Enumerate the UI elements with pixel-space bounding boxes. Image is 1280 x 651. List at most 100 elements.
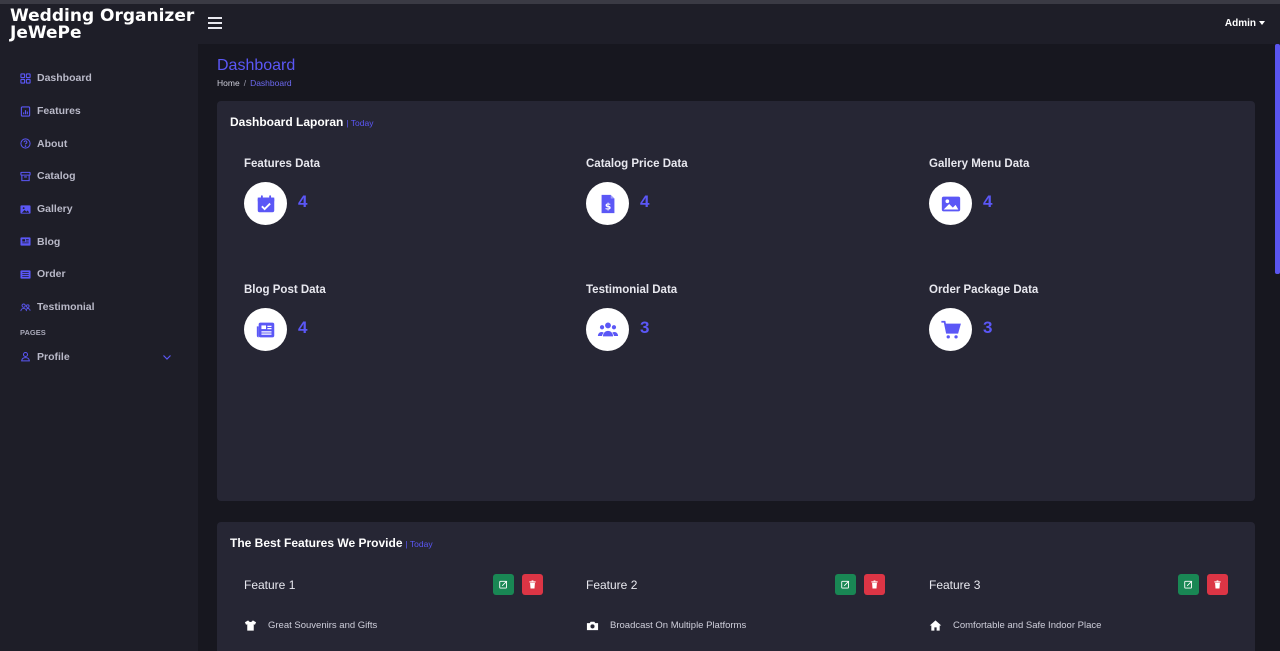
chart-icon	[20, 105, 31, 117]
report-card-title: Dashboard Laporan | Today	[230, 115, 373, 129]
stat-value: 3	[983, 318, 993, 337]
edit-button[interactable]	[1178, 574, 1199, 595]
people-icon	[20, 302, 31, 313]
stat-blog-post: Blog Post Data 4	[244, 284, 544, 364]
feature-name: Feature 1	[244, 578, 296, 592]
trash-icon	[529, 580, 536, 589]
receipt-dollar-icon: $	[586, 182, 629, 225]
person-icon	[20, 351, 31, 362]
sidebar-item-blog[interactable]: Blog	[0, 225, 198, 258]
edit-icon	[1184, 580, 1193, 589]
stat-catalog-price: Catalog Price Data $ 4	[586, 158, 886, 238]
sidebar-item-label: Order	[37, 268, 66, 281]
feature-text: Comfortable and Safe Indoor Place	[953, 620, 1102, 631]
home-icon	[929, 620, 942, 631]
stat-label: Catalog Price Data	[586, 158, 688, 170]
page-title: Dashboard	[217, 57, 296, 74]
report-title-text: Dashboard Laporan	[230, 115, 344, 129]
menu-toggle-icon[interactable]	[208, 17, 222, 29]
sidebar-item-testimonial[interactable]: Testimonial	[0, 291, 198, 324]
sidebar-item-features[interactable]: Features	[0, 95, 198, 128]
stat-value: 4	[298, 192, 308, 211]
report-subtitle: | Today	[346, 118, 374, 128]
sidebar-heading-pages: PAGES	[20, 327, 46, 337]
camera-icon	[586, 621, 599, 631]
stat-order-package: Order Package Data 3	[929, 284, 1229, 364]
question-icon	[20, 138, 31, 149]
sidebar: Wedding Organizer JeWePe Dashboard Featu…	[0, 4, 198, 651]
feature-text: Broadcast On Multiple Platforms	[610, 620, 747, 631]
scrollbar-thumb[interactable]	[1275, 44, 1280, 274]
stat-label: Gallery Menu Data	[929, 158, 1030, 170]
edit-button[interactable]	[835, 574, 856, 595]
sidebar-item-label: Profile	[37, 350, 70, 363]
tshirt-icon	[244, 620, 257, 631]
delete-button[interactable]	[1207, 574, 1228, 595]
trash-icon	[1214, 580, 1221, 589]
sidebar-item-profile[interactable]: Profile	[0, 341, 198, 374]
features-card: The Best Features We Provide | Today Feat…	[217, 522, 1255, 651]
stat-label: Features Data	[244, 158, 321, 170]
chevron-down-icon	[163, 354, 171, 360]
sidebar-item-gallery[interactable]: Gallery	[0, 193, 198, 226]
stat-testimonial: Testimonial Data 3	[586, 284, 886, 364]
sidebar-item-label: Features	[37, 105, 81, 118]
trash-icon	[871, 580, 878, 589]
caret-down-icon	[1259, 21, 1265, 26]
cart-icon	[20, 269, 31, 280]
image-icon	[929, 182, 972, 225]
stat-value: 4	[298, 318, 308, 337]
cart-icon	[929, 308, 972, 351]
breadcrumb: Home / Dashboard	[217, 78, 292, 88]
stat-value: 4	[640, 192, 650, 211]
breadcrumb-home[interactable]: Home	[217, 78, 240, 88]
feature-item: Feature 1 Great Souvenirs and Gifts	[231, 574, 543, 651]
sidebar-item-label: About	[37, 137, 68, 150]
features-title-text: The Best Features We Provide	[230, 536, 403, 550]
image-icon	[20, 204, 31, 215]
people-icon	[586, 308, 629, 351]
delete-button[interactable]	[522, 574, 543, 595]
feature-name: Feature 2	[586, 578, 638, 592]
features-card-title: The Best Features We Provide | Today	[230, 536, 433, 550]
sidebar-item-label: Gallery	[37, 203, 73, 216]
feature-detail: Comfortable and Safe Indoor Place	[929, 619, 1101, 632]
delete-button[interactable]	[864, 574, 885, 595]
grid-icon	[20, 73, 31, 84]
feature-detail: Great Souvenirs and Gifts	[244, 619, 377, 632]
calendar-check-icon	[244, 182, 287, 225]
breadcrumb-current: Dashboard	[250, 78, 292, 88]
sidebar-nav: Dashboard Features About Catalog Gallery…	[0, 62, 198, 373]
user-name: Admin	[1224, 18, 1256, 29]
newspaper-icon	[244, 308, 287, 351]
sidebar-item-label: Testimonial	[37, 301, 95, 314]
stat-value: 3	[640, 318, 650, 337]
sidebar-item-catalog[interactable]: Catalog	[0, 160, 198, 193]
stat-features: Features Data 4	[244, 158, 544, 238]
edit-button[interactable]	[493, 574, 514, 595]
feature-text: Great Souvenirs and Gifts	[268, 620, 378, 631]
top-header: Admin	[198, 4, 1280, 44]
stat-label: Blog Post Data	[244, 284, 326, 296]
stat-gallery-menu: Gallery Menu Data 4	[929, 158, 1229, 238]
features-subtitle: | Today	[405, 539, 433, 549]
sidebar-item-dashboard[interactable]: Dashboard	[0, 62, 198, 95]
newspaper-icon	[20, 236, 31, 247]
brand-line-2: JeWePe	[10, 23, 82, 43]
svg-text:$: $	[604, 201, 610, 212]
sidebar-item-label: Dashboard	[37, 72, 92, 85]
stat-label: Order Package Data	[929, 284, 1039, 296]
brand-logo[interactable]: Wedding Organizer JeWePe	[10, 8, 194, 42]
edit-icon	[499, 580, 508, 589]
sidebar-item-about[interactable]: About	[0, 127, 198, 160]
edit-icon	[841, 580, 850, 589]
report-card: Dashboard Laporan | Today Features Data 4…	[217, 101, 1255, 501]
sidebar-item-order[interactable]: Order	[0, 258, 198, 291]
user-dropdown[interactable]: Admin	[1225, 18, 1265, 29]
feature-detail: Broadcast On Multiple Platforms	[586, 619, 746, 632]
sidebar-item-label: Catalog	[37, 170, 76, 183]
stat-label: Testimonial Data	[586, 284, 678, 296]
breadcrumb-separator: /	[243, 78, 247, 88]
feature-item: Feature 2 Broadcast On Multiple Platform…	[573, 574, 885, 651]
stat-value: 4	[983, 192, 993, 211]
